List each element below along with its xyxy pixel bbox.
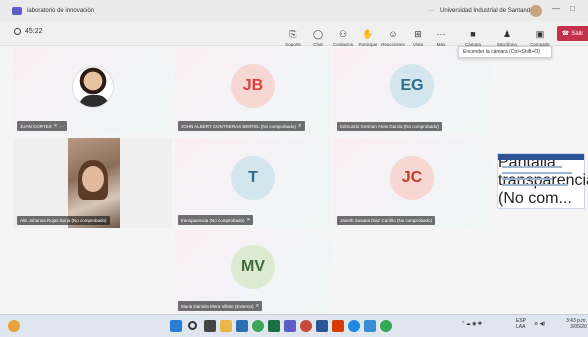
shield-icon bbox=[14, 28, 21, 35]
leave-button[interactable]: ☎ Salir bbox=[557, 26, 588, 41]
more-options-button[interactable]: ··· bbox=[428, 8, 434, 14]
minimize-button[interactable]: — bbox=[552, 4, 560, 13]
meeting-timer: 45:22 bbox=[14, 28, 43, 35]
app-icon[interactable] bbox=[300, 320, 312, 332]
organization-name: Universidad Industrial de Santander bbox=[440, 8, 536, 14]
app-icon[interactable] bbox=[364, 320, 376, 332]
avatar: JC bbox=[390, 155, 434, 200]
participant-tile[interactable]: JB JOHN ALBERT CONTRERAS BERTEL (No comp… bbox=[175, 48, 331, 134]
meeting-toolbar: 45:22 ⎘ Soporte ◯ Chat ⚇ Contactos ✋ Partici… bbox=[0, 22, 588, 47]
teams-icon bbox=[12, 7, 22, 15]
share-button[interactable]: ▣ Compartir bbox=[527, 24, 553, 47]
participant-name: JOHN ALBERT CONTRERAS BERTEL (No comprob… bbox=[178, 121, 305, 131]
avatar: JB bbox=[231, 63, 275, 108]
profile-avatar[interactable] bbox=[530, 5, 542, 17]
support-button[interactable]: ⎘ Soporte bbox=[280, 24, 306, 47]
people-button[interactable]: ⚇ Contactos bbox=[330, 24, 356, 47]
start-icon[interactable] bbox=[170, 320, 182, 332]
task-view-icon[interactable] bbox=[204, 320, 216, 332]
avatar: EG bbox=[390, 63, 434, 108]
weather-icon[interactable] bbox=[8, 320, 20, 332]
participant-tile[interactable]: T transparencia (No comprobado) ✕ bbox=[175, 138, 331, 228]
language-indicator[interactable]: ESP LAA bbox=[516, 318, 526, 330]
mic-muted-icon: ✕ bbox=[297, 123, 302, 128]
participant-name: transparencia (No comprobado) ✕ bbox=[178, 215, 254, 225]
mic-muted-icon: ✕ bbox=[255, 303, 260, 308]
ellipsis-icon: ··· bbox=[436, 29, 446, 39]
phone-icon: ☎ bbox=[561, 31, 570, 37]
avatar: T bbox=[231, 155, 275, 200]
network-icon[interactable]: ≋ ◀) bbox=[534, 321, 545, 327]
share-icon: ▣ bbox=[535, 29, 545, 39]
support-icon: ⎘ bbox=[289, 29, 297, 39]
raise-hand-button[interactable]: ✋ Participar bbox=[355, 24, 381, 47]
whatsapp-icon[interactable] bbox=[380, 320, 392, 332]
excel-icon[interactable] bbox=[268, 320, 280, 332]
hand-icon: ✋ bbox=[362, 29, 374, 39]
smile-icon: ☺ bbox=[388, 29, 398, 39]
participant-name: Alis Johanna Rojas Borja (No comprobado) bbox=[17, 216, 110, 225]
chat-icon: ◯ bbox=[312, 29, 324, 39]
camera-button[interactable]: ■ Cámara bbox=[460, 24, 486, 47]
participant-tile[interactable]: MV Maria Daniela Mera Villate (Externo) ✕ bbox=[175, 230, 331, 314]
participant-tile[interactable]: JUAN CORTES ✕ ··· bbox=[14, 48, 172, 134]
participant-name: Edmundo German Arias Garcia (No comproba… bbox=[337, 122, 442, 131]
maximize-button[interactable]: □ bbox=[570, 4, 575, 13]
people-icon: ⚇ bbox=[338, 29, 348, 39]
title-bar: laboratorio de innovación ··· Universida… bbox=[0, 0, 588, 22]
clock[interactable]: 3:43 p.m. 3/05/20 bbox=[566, 318, 587, 330]
calendar-icon[interactable] bbox=[236, 320, 248, 332]
camera-icon: ■ bbox=[470, 29, 476, 39]
edge-icon[interactable] bbox=[348, 320, 360, 332]
microphone-button[interactable]: ♟ Micrófono bbox=[494, 24, 520, 47]
file-explorer-icon[interactable] bbox=[220, 320, 232, 332]
reactions-button[interactable]: ☺ Reacciones bbox=[380, 24, 406, 47]
taskbar: ^ ☁ ◉ ✱ ESP LAA ≋ ◀) 3:43 p.m. 3/05/20 bbox=[0, 314, 588, 337]
participant-name: JUAN CORTES ✕ ··· bbox=[17, 121, 67, 131]
browser-icon[interactable] bbox=[252, 320, 264, 332]
shared-screen-tile[interactable]: Pantalla transparencia (No com... bbox=[497, 153, 588, 209]
chat-button[interactable]: ◯ Chat bbox=[305, 24, 331, 47]
grid-icon: ⊞ bbox=[414, 29, 422, 39]
teams-taskbar-icon[interactable] bbox=[284, 320, 296, 332]
participant-tile[interactable]: EG Edmundo German Arias Garcia (No compr… bbox=[334, 48, 490, 134]
avatar bbox=[72, 65, 114, 108]
powerpoint-icon[interactable] bbox=[332, 320, 344, 332]
search-icon[interactable] bbox=[188, 321, 197, 330]
window-title: laboratorio de innovación bbox=[27, 8, 95, 14]
participant-name: Pantalla transparencia (No com... bbox=[498, 154, 588, 207]
word-icon[interactable] bbox=[316, 320, 328, 332]
more-button[interactable]: ··· Más bbox=[428, 24, 454, 47]
timer-value: 45:22 bbox=[25, 28, 43, 35]
participant-name: Maria Daniela Mera Villate (Externo) ✕ bbox=[178, 301, 263, 311]
tray-icons[interactable]: ^ ☁ ◉ ✱ bbox=[462, 321, 482, 327]
participant-video bbox=[68, 138, 120, 228]
participant-tile[interactable]: JC Janeth Susana Diaz Carrillo (No compr… bbox=[334, 138, 490, 228]
mic-muted-icon: ✕ bbox=[246, 217, 251, 222]
participant-name: Janeth Susana Diaz Carrillo (No comproba… bbox=[337, 216, 436, 225]
mic-muted-icon: ✕ bbox=[53, 123, 58, 128]
camera-tooltip: Encender la cámara (Ctrl+Shift+O) bbox=[458, 46, 552, 58]
microphone-icon: ♟ bbox=[502, 29, 512, 39]
avatar: MV bbox=[231, 244, 275, 289]
